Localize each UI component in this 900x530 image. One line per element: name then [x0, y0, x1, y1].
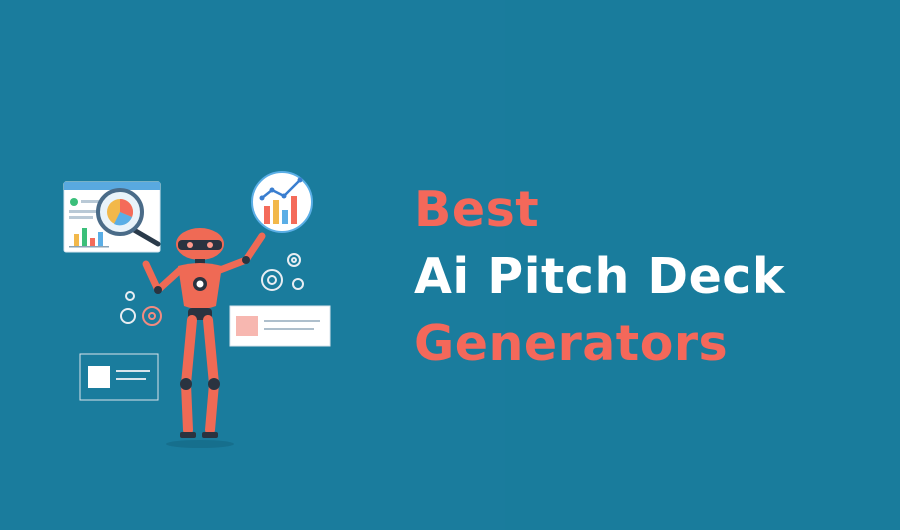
headline-line-2: Ai Pitch Deck	[414, 248, 785, 305]
banner: Best Ai Pitch Deck Generators	[0, 0, 900, 530]
line-chart-icon	[251, 171, 313, 233]
headline-line-1: Best	[414, 181, 540, 238]
robot-illustration	[63, 171, 331, 448]
headline-line-3: Generators	[414, 315, 729, 372]
document-card-icon	[229, 305, 331, 347]
headline: Best Ai Pitch Deck Generators	[414, 176, 785, 377]
document-card-icon	[79, 353, 159, 401]
